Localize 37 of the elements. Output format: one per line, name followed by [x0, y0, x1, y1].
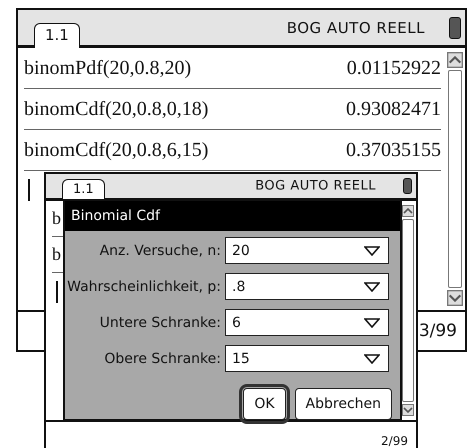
dialog-button[interactable]: Abbrechen [294, 388, 392, 420]
result-text: 0.93082471 [346, 98, 441, 120]
scroll-up-icon[interactable] [402, 205, 414, 217]
field-label: Anz. Versuche, n: [98, 242, 221, 258]
caret-icon [364, 246, 380, 256]
mode-status: BOG AUTO REELL [255, 178, 376, 194]
dropdown-field[interactable]: 15 [225, 345, 389, 372]
scrollbar-track[interactable] [448, 70, 462, 288]
result-text: 0.37035155 [346, 138, 441, 162]
expression-text: b [52, 244, 61, 265]
mode-status: BOG AUTO REELL [286, 18, 425, 36]
page-tab[interactable]: 1.1 [62, 179, 105, 201]
page-counter: 3/99 [418, 321, 457, 341]
scroll-down-icon[interactable] [447, 290, 463, 306]
page-tab[interactable]: 1.1 [34, 23, 80, 48]
text-cursor [28, 179, 30, 201]
result-text: 0.01152922 [346, 56, 441, 80]
field-label: Obere Schranke: [103, 350, 221, 366]
scrollbar-track[interactable] [402, 219, 414, 402]
expression-text: b [52, 208, 61, 229]
battery-icon [448, 16, 461, 38]
page-counter: 2/99 [381, 434, 408, 448]
battery-icon [403, 178, 412, 194]
caret-icon [364, 282, 380, 292]
expression-text: binomCdf(20,0.8,0,18) [24, 98, 208, 120]
dropdown-field[interactable]: 6 [225, 309, 389, 336]
scroll-down-icon[interactable] [402, 404, 414, 416]
field-label: Untere Schranke: [98, 314, 221, 330]
caret-icon [364, 318, 380, 328]
field-label: Wahrscheinlichkeit, p: [67, 278, 221, 294]
dropdown-field[interactable]: .8 [225, 273, 389, 300]
expression-text: binomCdf(20,0.8,6,15) [24, 138, 208, 162]
dropdown-field[interactable]: 20 [225, 237, 389, 264]
dialog-title: Binomial Cdf [65, 201, 400, 231]
text-cursor [56, 281, 58, 303]
scroll-up-icon[interactable] [447, 52, 463, 68]
expression-text: binomPdf(20,0.8,20) [24, 56, 192, 80]
